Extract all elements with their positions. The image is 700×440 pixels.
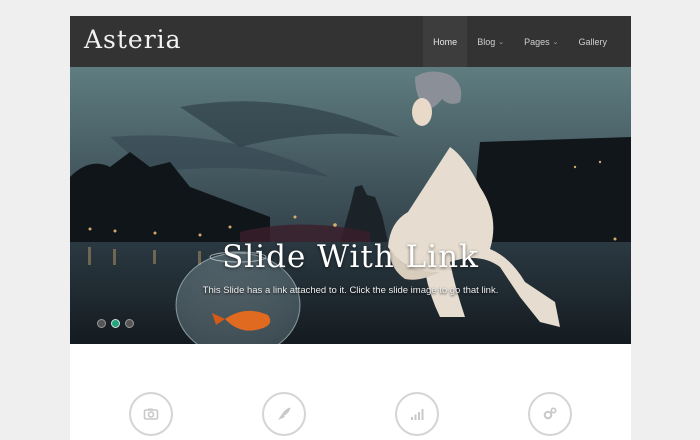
nav-item-home[interactable]: Home [423,16,468,67]
nav-item-label: Blog [477,36,496,47]
features-section [70,344,631,440]
chevron-down-icon: ⌄ [498,38,505,46]
slider-pagination [97,319,134,328]
gears-icon [543,407,557,420]
chevron-down-icon: ⌄ [552,38,559,46]
nav-item-pages[interactable]: Pages ⌄ [514,16,568,67]
nav-item-label: Pages [524,36,550,47]
site-logo[interactable]: Asteria [84,25,182,54]
nav-item-label: Home [433,36,458,47]
rocket-icon [278,407,291,420]
nav-item-label: Gallery [578,36,607,47]
hero-slider[interactable]: Slide With Link This Slide has a link at… [70,67,631,344]
nav-item-blog[interactable]: Blog ⌄ [467,16,514,67]
signal-bars-icon [411,409,424,420]
feature-item[interactable] [262,392,306,436]
site-header: Asteria Home Blog ⌄ Pages ⌄ Gallery [70,16,631,67]
feature-item[interactable] [528,392,572,436]
slide-title: Slide With Link [222,239,479,275]
camera-icon [143,408,159,420]
page-container: Asteria Home Blog ⌄ Pages ⌄ Gallery Slid… [70,16,631,440]
slider-dot[interactable] [125,319,134,328]
feature-item[interactable] [129,392,173,436]
slide-image[interactable] [70,67,631,344]
slide-caption: This Slide has a link attached to it. Cl… [202,285,499,296]
slider-dot[interactable] [97,319,106,328]
slider-dot-active[interactable] [111,319,120,328]
nav-item-gallery[interactable]: Gallery [568,16,617,67]
main-nav: Home Blog ⌄ Pages ⌄ Gallery [423,16,617,67]
feature-item[interactable] [395,392,439,436]
